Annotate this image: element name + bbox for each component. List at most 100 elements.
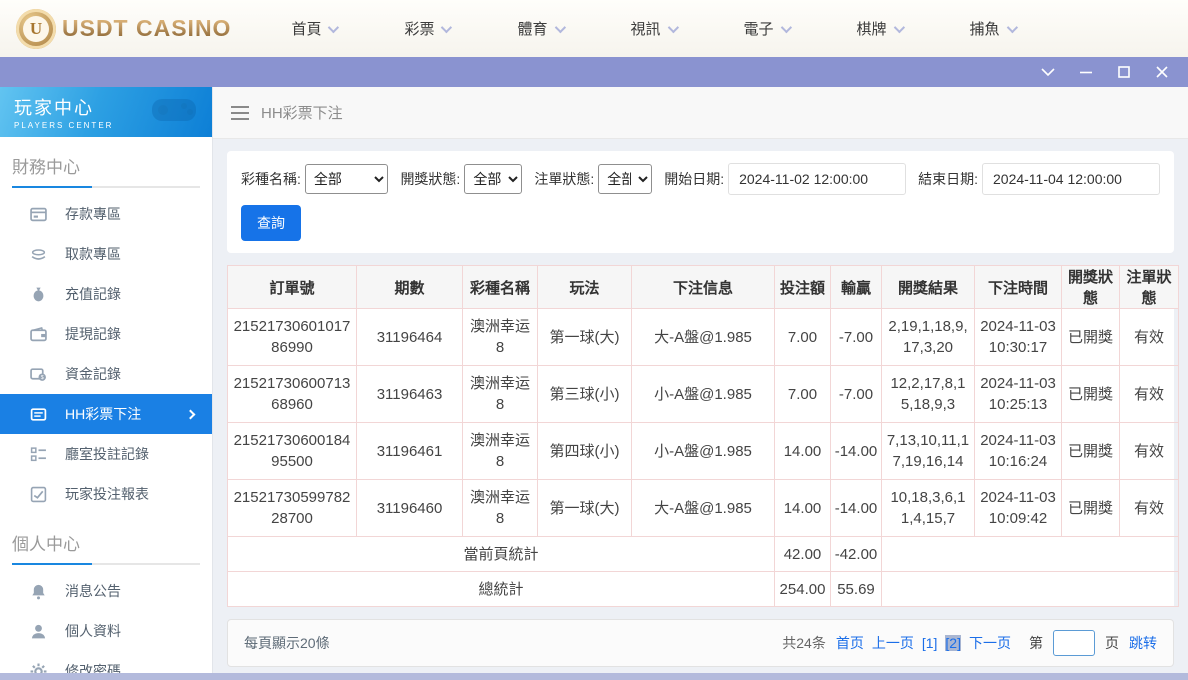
cell-r0-c8: 2024-11-03 10:30:17 [975, 309, 1062, 366]
cell-r0-c1: 31196464 [357, 309, 463, 366]
lottery-ticket-icon [30, 406, 47, 423]
svg-text:$: $ [41, 375, 44, 381]
cell-r1-c5: 7.00 [775, 366, 831, 423]
cell-r2-c0: 2152173060018495500 [228, 423, 357, 480]
window-minimize-icon[interactable] [1072, 61, 1100, 83]
section-underline [12, 186, 200, 188]
nav-item-2[interactable]: 體育 [517, 18, 562, 39]
sidebar-item-label: 充值記錄 [65, 284, 121, 304]
cell-r3-c10: 有效 [1120, 480, 1179, 537]
chevron-down-icon [667, 21, 678, 32]
cell-r3-c1: 31196460 [357, 480, 463, 537]
chevron-right-icon [186, 409, 196, 419]
order-status-select[interactable]: 全部 [598, 164, 652, 194]
pager-link-0[interactable]: 首页 [836, 635, 864, 651]
draw-status-select[interactable]: 全部 [464, 164, 522, 194]
sidebar-item-取款專區[interactable]: 取款專區 [0, 234, 212, 274]
search-button[interactable]: 查詢 [241, 205, 301, 241]
table-row: 215217306001849550031196461澳洲幸运8第四球(小)小-… [228, 423, 1179, 480]
pager-current-page[interactable]: [2] [945, 635, 961, 651]
end-date-input[interactable] [982, 163, 1160, 195]
cell-r1-c9: 已開獎 [1062, 366, 1120, 423]
sidebar-item-提現記錄[interactable]: 提現記錄 [0, 314, 212, 354]
column-header-9: 開獎狀態 [1062, 266, 1120, 309]
nav-item-label: 棋牌 [857, 18, 887, 39]
total-count-text: 共24条 [782, 633, 826, 653]
cell-r2-c10: 有效 [1120, 423, 1179, 480]
table-row: 215217306007136896031196463澳洲幸运8第三球(小)小-… [228, 366, 1179, 423]
report-icon [30, 486, 47, 503]
pager-links: 首页上一页 [1] [2] 下一页 [836, 633, 1019, 653]
column-header-5: 投注額 [775, 266, 831, 309]
sidebar-item-玩家投注報表[interactable]: 玩家投注報表 [0, 474, 212, 514]
nav-item-label: 彩票 [404, 18, 434, 39]
current-page-summary-empty [882, 537, 1179, 572]
cell-r2-c8: 2024-11-03 10:16:24 [975, 423, 1062, 480]
cell-r1-c10: 有效 [1120, 366, 1179, 423]
cell-r1-c0: 2152173060071368960 [228, 366, 357, 423]
nav-item-1[interactable]: 彩票 [404, 18, 449, 39]
start-date-input[interactable] [728, 163, 906, 195]
start-date-label: 開始日期: [664, 169, 724, 189]
nav-item-6[interactable]: 捕魚 [970, 18, 1015, 39]
sidebar-item-label: HH彩票下注 [65, 404, 141, 424]
nav-item-0[interactable]: 首頁 [291, 18, 336, 39]
coin-logo-icon: U [16, 9, 56, 49]
nav-item-4[interactable]: 電子 [744, 18, 789, 39]
draw-status-label: 開獎狀態: [400, 169, 460, 189]
window-close-icon[interactable] [1148, 61, 1176, 83]
cell-r3-c4: 大-A盤@1.985 [632, 480, 775, 537]
jump-go-link[interactable]: 跳转 [1129, 633, 1157, 653]
pager-link-2[interactable]: [1] [922, 635, 938, 651]
sidebar-item-廳室投註記錄[interactable]: 廳室投註記錄 [0, 434, 212, 474]
cell-r1-c6: -7.00 [831, 366, 882, 423]
sidebar-item-label: 資金記錄 [65, 364, 121, 384]
sidebar-item-資金記錄[interactable]: $ 資金記錄 [0, 354, 212, 394]
sidebar-item-存款專區[interactable]: 存款專區 [0, 194, 212, 234]
window-chevron-down-icon[interactable] [1034, 61, 1062, 83]
hamburger-menu-icon[interactable] [231, 106, 249, 120]
column-header-3: 玩法 [538, 266, 632, 309]
sidebar-item-label: 修改密碼 [65, 661, 121, 673]
moneybag-icon [30, 286, 47, 303]
window-titlebar [0, 57, 1188, 87]
sidebar-item-修改密碼[interactable]: 修改密碼 [0, 651, 212, 673]
current-page-summary-row: 當前頁統計 42.00 -42.00 [228, 537, 1179, 572]
order-status-label: 注單狀態: [534, 169, 594, 189]
lottery-name-select[interactable]: 全部 [305, 164, 389, 194]
funds-icon: $ [30, 366, 47, 383]
sidebar-item-消息公告[interactable]: 消息公告 [0, 571, 212, 611]
chevron-down-icon [780, 21, 791, 32]
brand-logo[interactable]: U USDT CASINO [16, 9, 231, 49]
cell-r2-c2: 澳洲幸运8 [463, 423, 538, 480]
deposit-card-icon [30, 206, 47, 223]
sidebar-section-title: 個人中心 [12, 530, 200, 555]
sidebar-item-充值記錄[interactable]: 充值記錄 [0, 274, 212, 314]
page-size-text: 每頁顯示20條 [244, 633, 330, 653]
sidebar-item-label: 提現記錄 [65, 324, 121, 344]
window-maximize-icon[interactable] [1110, 61, 1138, 83]
column-header-6: 輸贏 [831, 266, 882, 309]
chevron-down-icon [328, 21, 339, 32]
nav-item-label: 體育 [517, 18, 547, 39]
sidebar-item-HH彩票下注[interactable]: HH彩票下注 [0, 394, 212, 434]
grand-total-bet: 254.00 [775, 572, 831, 607]
cell-r3-c5: 14.00 [775, 480, 831, 537]
sidebar-item-個人資料[interactable]: 個人資料 [0, 611, 212, 651]
bell-icon [30, 583, 47, 600]
column-header-4: 下注信息 [632, 266, 775, 309]
grand-total-row: 總統計 254.00 55.69 [228, 572, 1179, 607]
nav-item-3[interactable]: 視訊 [631, 18, 676, 39]
pager-link-4[interactable]: 下一页 [969, 635, 1011, 651]
chevron-down-icon [441, 21, 452, 32]
nav-item-label: 視訊 [631, 18, 661, 39]
nav-item-5[interactable]: 棋牌 [857, 18, 902, 39]
sidebar: 玩家中心 PLAYERS CENTER 財務中心存款專區取款專區充值記錄提現記錄… [0, 87, 213, 673]
cell-r0-c0: 2152173060101786990 [228, 309, 357, 366]
pager-link-1[interactable]: 上一页 [872, 635, 914, 651]
cell-r0-c4: 大-A盤@1.985 [632, 309, 775, 366]
table-header-row: 訂單號期數彩種名稱玩法下注信息投注額輸贏開獎結果下注時間開獎狀態注單狀態 [228, 266, 1179, 309]
nav-item-label: 電子 [744, 18, 774, 39]
cell-r3-c2: 澳洲幸运8 [463, 480, 538, 537]
page-jump-input[interactable] [1053, 630, 1095, 656]
